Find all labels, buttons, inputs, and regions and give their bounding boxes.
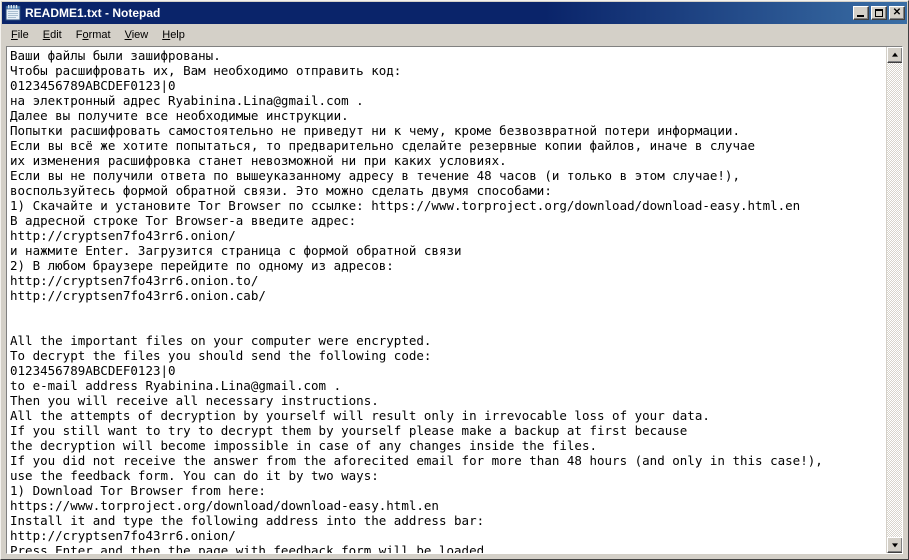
notepad-window: README1.txt - Notepad ✕ File Edit Format… — [0, 0, 909, 560]
notepad-icon — [5, 5, 21, 21]
menu-item-edit-accesskey: E — [42, 28, 51, 41]
menu-item-format-rest: rmat — [88, 28, 111, 41]
close-icon: ✕ — [892, 7, 902, 18]
menu-bar: File Edit Format View Help — [2, 25, 907, 44]
window-title: README1.txt - Notepad — [25, 6, 161, 20]
text-edit-area[interactable]: Ваши файлы были зашифрованы. Чтобы расши… — [7, 47, 886, 553]
minimize-icon — [857, 15, 864, 17]
ransom-note-text[interactable]: Ваши файлы были зашифрованы. Чтобы расши… — [10, 48, 886, 553]
scrollbar-track[interactable] — [887, 63, 902, 537]
vertical-scrollbar[interactable] — [886, 47, 902, 553]
menu-item-edit[interactable]: Edit — [36, 27, 69, 43]
scroll-up-button[interactable] — [887, 47, 902, 63]
menu-item-file[interactable]: File — [4, 27, 36, 43]
maximize-icon — [875, 9, 883, 17]
menu-item-file-accesskey: F — [11, 28, 18, 41]
scroll-down-button[interactable] — [887, 537, 902, 553]
menu-item-help-rest: elp — [170, 28, 185, 41]
menu-item-help[interactable]: Help — [155, 27, 192, 43]
caption-button-group: ✕ — [853, 6, 905, 20]
menu-item-view[interactable]: View — [118, 27, 156, 43]
menu-item-view-rest: iew — [131, 28, 149, 41]
maximize-button[interactable] — [871, 6, 887, 20]
menu-item-format[interactable]: Format — [69, 27, 118, 43]
menu-item-help-accesskey: H — [162, 28, 171, 41]
scroll-up-arrow-icon — [892, 52, 898, 57]
title-bar[interactable]: README1.txt - Notepad ✕ — [2, 2, 907, 24]
menu-item-view-accesskey: V — [124, 28, 132, 41]
minimize-button[interactable] — [853, 6, 869, 20]
menu-item-edit-rest: dit — [50, 28, 62, 41]
scroll-down-arrow-icon — [892, 543, 898, 548]
client-area: Ваши файлы были зашифрованы. Чтобы расши… — [3, 44, 906, 557]
close-button[interactable]: ✕ — [889, 6, 905, 20]
text-editor-frame: Ваши файлы были зашифрованы. Чтобы расши… — [6, 46, 903, 554]
menu-item-file-rest: ile — [17, 28, 29, 41]
